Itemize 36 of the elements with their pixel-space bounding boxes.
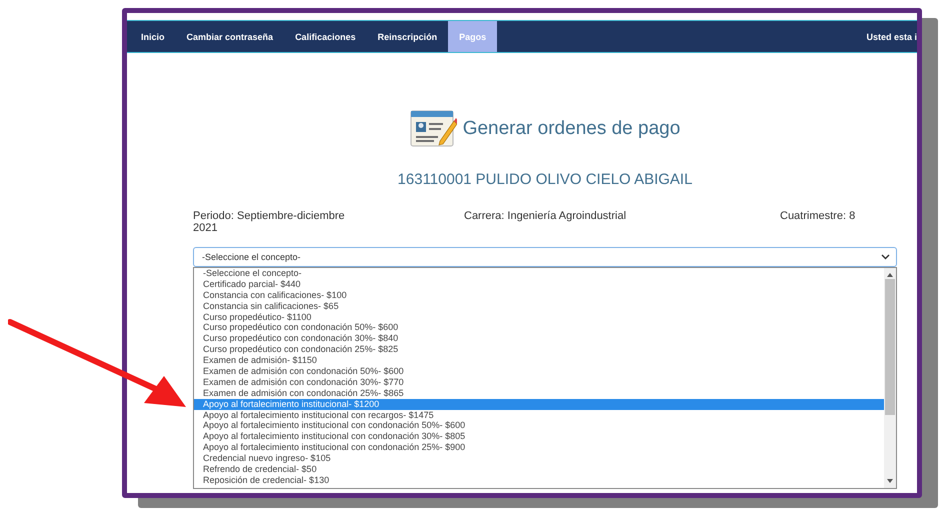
- user-status-text: Usted esta i: [866, 30, 917, 44]
- option-item[interactable]: Apoyo al fortalecimiento institucional con condonación 50%- $600: [194, 420, 884, 432]
- scroll-down-icon[interactable]: [887, 479, 893, 484]
- option-item[interactable]: Examen de admisión con condonación 50%- $600: [194, 366, 884, 377]
- option-item[interactable]: Curso propedéutico- $1100: [194, 312, 884, 322]
- nav-tab[interactable]: Cambiar contraseña: [176, 21, 284, 52]
- option-item[interactable]: Constancia sin calificaciones- $65: [194, 300, 884, 312]
- option-item[interactable]: Apoyo al fortalecimiento institucional con recargos- $1475: [194, 410, 884, 420]
- concept-select[interactable]: -Seleccione el concepto-: [193, 247, 897, 267]
- nav-tab[interactable]: Reinscripción: [366, 21, 448, 52]
- info-text: Carrera: Ingeniería Agroindustrial: [464, 210, 628, 224]
- scroll-up-icon[interactable]: [887, 272, 893, 277]
- page-title: Generar ordenes de pago: [462, 118, 680, 140]
- option-item[interactable]: Refrendo de credencial- $50: [194, 464, 884, 475]
- option-item[interactable]: Apoyo al fortalecimiento institucional con condonación 25%- $900: [194, 442, 884, 454]
- option-item[interactable]: -Seleccione el concepto-: [194, 268, 884, 279]
- option-item[interactable]: Apoyo al fortalecimiento institucional con condonación 30%- $805: [194, 431, 884, 442]
- option-item[interactable]: Examen de admisión con condonación 25%- $865: [194, 388, 884, 399]
- option-item[interactable]: Curso propedéutico con condonación 25%- $825: [194, 344, 884, 356]
- option-item[interactable]: Apoyo al fortalecimiento institucional- $1200: [194, 398, 884, 410]
- scrollbar[interactable]: [884, 268, 896, 488]
- option-item[interactable]: Reposición de credencial- $130: [194, 474, 884, 486]
- option-item[interactable]: Credencial nuevo ingreso- $105: [194, 453, 884, 464]
- option-item[interactable]: Curso propedéutico con condonación 30%- $840: [194, 333, 884, 344]
- student-name: 163110001 PULIDO OLIVO CIELO ABIGAIL: [396, 171, 694, 188]
- chevron-down-icon: [881, 254, 890, 260]
- nav-tab[interactable]: Calificaciones: [284, 21, 367, 52]
- option-item[interactable]: Certificado parcial- $440: [194, 278, 884, 290]
- nav-tab[interactable]: Inicio: [130, 21, 176, 52]
- id-card-icon: [410, 109, 457, 149]
- option-item[interactable]: Examen de admisión- $1150: [194, 355, 884, 366]
- option-item[interactable]: Constancia con calificaciones- $100: [194, 290, 884, 301]
- info-text: Cuatrimestre: 8: [780, 210, 856, 224]
- option-item[interactable]: Curso propedéutico con condonación 50%- $600: [194, 322, 884, 334]
- option-item[interactable]: Examen de admisión con condonación 30%- $770: [194, 376, 884, 388]
- info-text: Periodo: Septiembre-diciembre 2021: [193, 210, 346, 234]
